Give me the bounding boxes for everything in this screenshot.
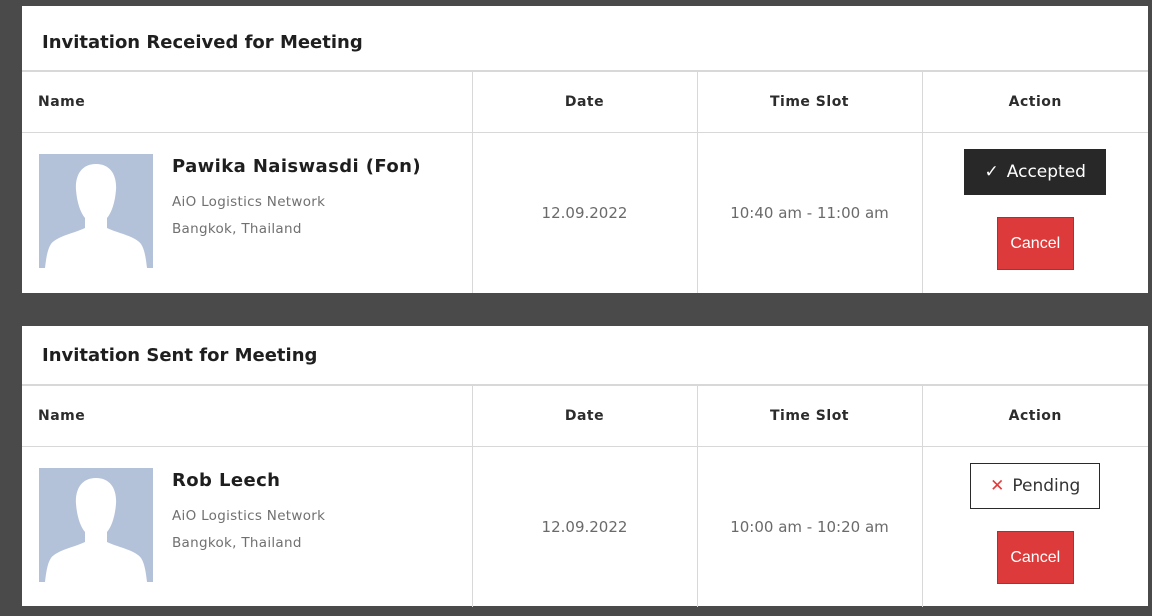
person-name: Pawika Naiswasdi (Fon): [172, 156, 421, 177]
pending-label: Pending: [1012, 476, 1081, 496]
date-cell: 12.09.2022: [471, 132, 697, 293]
column-header-name: Name: [22, 386, 472, 447]
person-location: Bangkok, Thailand: [172, 535, 302, 551]
column-header-action: Action: [921, 386, 1148, 447]
table-row: Rob Leech AiO Logistics Network Bangkok,…: [22, 446, 1148, 608]
check-icon: ✓: [984, 162, 999, 182]
table-row: Pawika Naiswasdi (Fon) AiO Logistics Net…: [22, 132, 1148, 294]
name-cell: Pawika Naiswasdi (Fon) AiO Logistics Net…: [22, 133, 472, 294]
time-slot-cell: 10:40 am - 11:00 am: [696, 132, 922, 293]
column-header-name: Name: [22, 72, 472, 133]
cancel-button[interactable]: Cancel: [996, 531, 1074, 584]
person-company: AiO Logistics Network: [172, 194, 326, 210]
x-icon: ✕: [990, 476, 1005, 496]
column-header-date: Date: [471, 386, 697, 447]
sent-panel-title: Invitation Sent for Meeting: [22, 326, 1148, 386]
action-cell: ✕ Pending Cancel: [921, 446, 1148, 607]
person-card: Rob Leech AiO Logistics Network Bangkok,…: [23, 468, 471, 582]
avatar: [39, 468, 153, 582]
person-silhouette-icon: [45, 164, 147, 268]
action-cell: ✓ Accepted Cancel: [921, 132, 1148, 293]
avatar: [39, 154, 153, 268]
column-header-time-slot: Time Slot: [696, 386, 922, 447]
column-header-date: Date: [471, 72, 697, 133]
column-header-action: Action: [921, 72, 1148, 133]
cancel-button[interactable]: Cancel: [996, 217, 1074, 270]
person-info: Rob Leech AiO Logistics Network Bangkok,…: [172, 470, 325, 557]
person-company: AiO Logistics Network: [172, 508, 326, 524]
received-invitations-panel: Invitation Received for Meeting Name Dat…: [22, 6, 1148, 293]
pending-status-button[interactable]: ✕ Pending: [970, 463, 1101, 509]
table-header-row: Name Date Time Slot Action: [22, 72, 1148, 133]
name-cell: Rob Leech AiO Logistics Network Bangkok,…: [22, 447, 472, 608]
sent-table: Name Date Time Slot Action Rob Leech AiO…: [22, 386, 1148, 607]
person-silhouette-icon: [45, 478, 147, 582]
accepted-label: Accepted: [1006, 162, 1086, 182]
person-card: Pawika Naiswasdi (Fon) AiO Logistics Net…: [23, 154, 471, 268]
accepted-status-button[interactable]: ✓ Accepted: [964, 149, 1107, 195]
person-location: Bangkok, Thailand: [172, 221, 302, 237]
table-header-row: Name Date Time Slot Action: [22, 386, 1148, 447]
sent-invitations-panel: Invitation Sent for Meeting Name Date Ti…: [22, 326, 1148, 607]
time-slot-cell: 10:00 am - 10:20 am: [696, 446, 922, 607]
column-header-time-slot: Time Slot: [696, 72, 922, 133]
date-cell: 12.09.2022: [471, 446, 697, 607]
received-table: Name Date Time Slot Action Pawika Naiswa…: [22, 72, 1148, 293]
received-panel-title: Invitation Received for Meeting: [22, 6, 1148, 72]
person-info: Pawika Naiswasdi (Fon) AiO Logistics Net…: [172, 156, 421, 243]
person-name: Rob Leech: [172, 470, 281, 491]
